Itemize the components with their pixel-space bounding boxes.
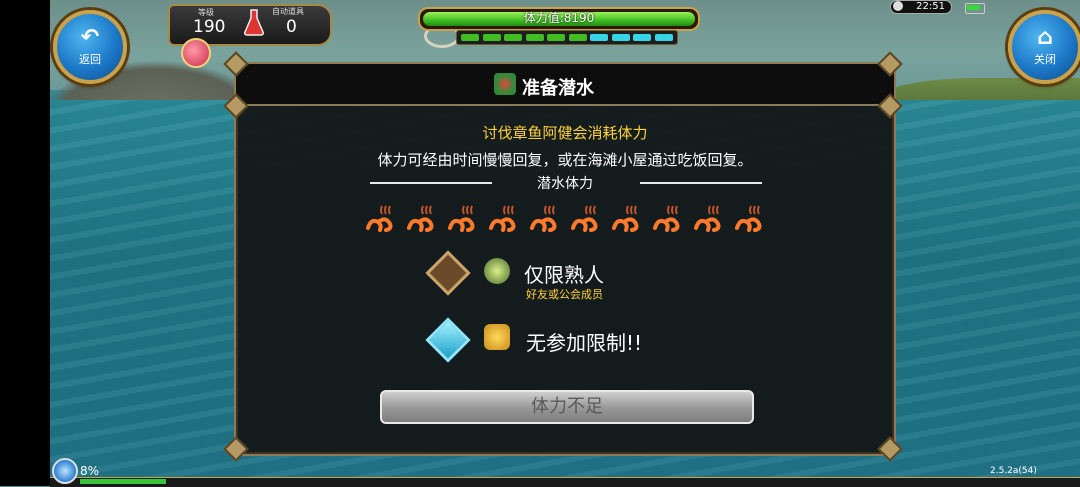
- download-progress: [80, 479, 166, 484]
- stamina-point-icon: [407, 205, 434, 232]
- stamina-segment: [547, 34, 565, 41]
- gift-icon[interactable]: [181, 38, 211, 68]
- option-friends-title[interactable]: 仅限熟人: [524, 259, 604, 288]
- stamina-point-icon: [530, 205, 557, 232]
- insufficient-stamina-button[interactable]: 体力不足: [380, 390, 754, 424]
- bell-icon: [484, 324, 510, 350]
- level-value: 190: [193, 17, 226, 37]
- friends-icon: [484, 258, 510, 284]
- close-button[interactable]: ⌂ 关闭: [1008, 10, 1080, 84]
- section-label: 潜水体力: [537, 176, 593, 192]
- stamina-warning: 讨伐章鱼阿健会消耗体力: [482, 124, 648, 142]
- dialog-header: 准备潜水: [236, 64, 894, 106]
- dive-dialog: 准备潜水 讨伐章鱼阿健会消耗体力 体力可经由时间慢慢回复，或在海滩小屋通过吃饭回…: [223, 51, 903, 462]
- stamina-segment: [611, 34, 630, 41]
- stamina-segment: [590, 34, 608, 41]
- stamina-segment: [654, 34, 673, 41]
- clock-time: 22:51: [916, 1, 945, 12]
- back-button[interactable]: ↶ 返回: [53, 10, 127, 84]
- stamina-segment: [461, 34, 479, 41]
- segment-bar: [456, 30, 678, 45]
- stamina-point-icon: [653, 205, 680, 232]
- flask-icon: [244, 9, 264, 36]
- back-label: 返回: [79, 53, 101, 66]
- stamina-point-icon: [571, 205, 598, 232]
- stamina-segment: [482, 34, 501, 41]
- version-label: 2.5.2a(54): [990, 466, 1037, 476]
- screen-edge: [0, 0, 50, 486]
- dive-icon: [494, 73, 516, 95]
- battery-level: [967, 5, 980, 10]
- close-label: 关闭: [1034, 53, 1056, 66]
- back-arrow-icon: ↶: [80, 25, 100, 50]
- battery-icon: [965, 3, 985, 14]
- stamina-text: 体力值:8190: [523, 11, 595, 25]
- option-friends-subtitle: 好友或公会成员: [526, 288, 603, 301]
- stamina-segment: [525, 34, 544, 41]
- option-open-radio[interactable]: [425, 317, 471, 363]
- option-open-title[interactable]: 无参加限制!!: [526, 327, 642, 356]
- stamina-segment: [504, 34, 522, 41]
- stamina-segment: [568, 34, 587, 41]
- auto-item-value: 0: [286, 17, 297, 37]
- stamina-point-icon: [735, 205, 762, 232]
- clock-icon: [893, 1, 903, 11]
- option-friends-radio[interactable]: [425, 250, 471, 296]
- progress-percent: 8%: [80, 464, 100, 478]
- stamina-point-icon: [448, 205, 475, 232]
- auto-item-label: 自动道具: [272, 7, 304, 16]
- stamina-point-icon: [489, 205, 516, 232]
- dialog-title: 准备潜水: [522, 78, 594, 99]
- loading-icon: [52, 458, 78, 484]
- stamina-point-icon: [366, 205, 393, 232]
- house-icon: ⌂: [1037, 25, 1053, 50]
- stamina-segment: [633, 34, 651, 41]
- stamina-point-icon: [694, 205, 721, 232]
- stamina-point-icon: [612, 205, 639, 232]
- stamina-description: 体力可经由时间慢慢回复，或在海滩小屋通过吃饭回复。: [377, 151, 753, 169]
